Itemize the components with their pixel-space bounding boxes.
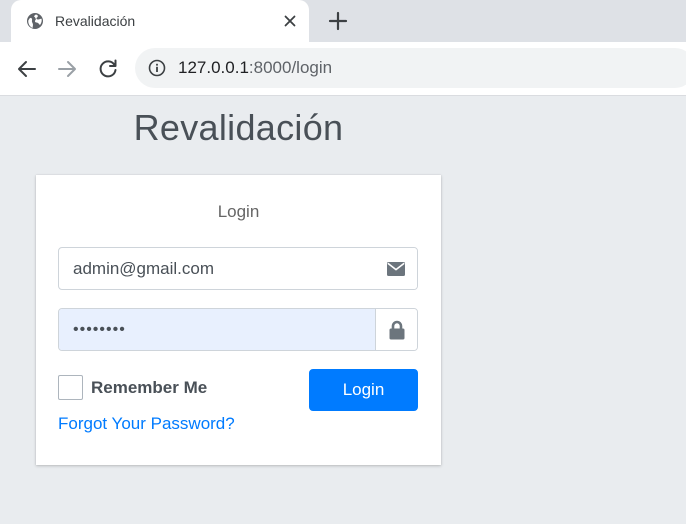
tab-title: Revalidación xyxy=(55,13,136,29)
browser-tab[interactable]: Revalidación xyxy=(11,0,309,42)
login-button[interactable]: Login xyxy=(309,369,418,411)
password-input-group xyxy=(58,308,418,351)
login-card: Login Remember Me Login xyxy=(36,175,441,465)
lock-icon xyxy=(389,320,404,339)
password-addon xyxy=(375,309,417,350)
reload-icon[interactable] xyxy=(96,57,120,81)
arrow-right-icon[interactable] xyxy=(55,57,79,81)
info-icon[interactable] xyxy=(148,59,166,77)
email-addon xyxy=(375,248,417,289)
email-input-group xyxy=(58,247,418,290)
remember-label: Remember Me xyxy=(91,377,208,397)
close-icon[interactable] xyxy=(282,13,298,29)
password-field[interactable] xyxy=(59,309,376,350)
address-bar[interactable]: 127.0.0.1:8000/login xyxy=(135,48,686,88)
tab-strip: Revalidación xyxy=(0,0,686,42)
arrow-left-icon[interactable] xyxy=(15,57,39,81)
forgot-password-link[interactable]: Forgot Your Password? xyxy=(58,414,235,434)
email-field[interactable] xyxy=(59,248,376,289)
login-box-message: Login xyxy=(217,202,260,221)
envelope-icon xyxy=(387,261,405,276)
browser-toolbar: 127.0.0.1:8000/login xyxy=(0,42,686,96)
remember-me[interactable]: Remember Me xyxy=(58,375,207,400)
page-title: Revalidación xyxy=(133,107,344,148)
globe-icon xyxy=(27,13,43,29)
page-content: Revalidación Login Remember M xyxy=(0,97,686,524)
plus-icon[interactable] xyxy=(327,10,349,32)
url-text: 127.0.0.1:8000/login xyxy=(178,58,332,78)
remember-checkbox[interactable] xyxy=(58,375,83,400)
url-path: :8000/login xyxy=(248,58,333,77)
url-host: 127.0.0.1 xyxy=(178,58,249,77)
